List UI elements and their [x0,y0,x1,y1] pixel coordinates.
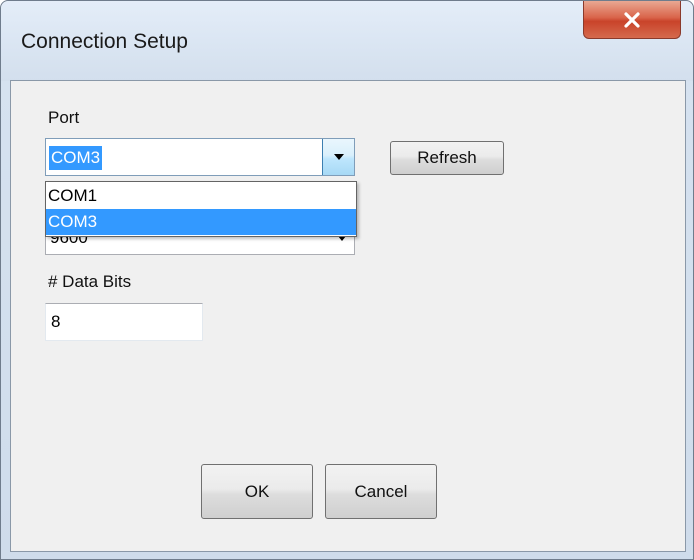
close-icon [624,11,640,28]
port-dropdown-list: COM1 COM3 [45,181,357,237]
chevron-down-icon [333,154,344,160]
cancel-button[interactable]: Cancel [325,464,437,519]
window-title: Connection Setup [21,30,188,53]
port-option-com1[interactable]: COM1 [46,183,356,209]
port-label: Port [48,108,80,127]
port-option-com3[interactable]: COM3 [46,209,356,235]
title-bar[interactable]: Connection Setup [1,1,693,81]
dialog-window: Connection Setup Port COM3 Refresh 9600 [0,0,694,560]
port-selected-value[interactable]: COM3 [49,146,103,170]
port-combobox[interactable]: COM3 [45,138,355,176]
refresh-button[interactable]: Refresh [390,141,504,175]
close-button[interactable] [583,1,681,39]
port-dropdown-button[interactable] [322,139,354,175]
ok-button[interactable]: OK [201,464,313,519]
dialog-content: Port COM3 Refresh 9600 COM1 COM3 # Data … [10,80,686,552]
data-bits-input[interactable]: 8 [45,303,203,341]
data-bits-label: # Data Bits [48,272,132,291]
